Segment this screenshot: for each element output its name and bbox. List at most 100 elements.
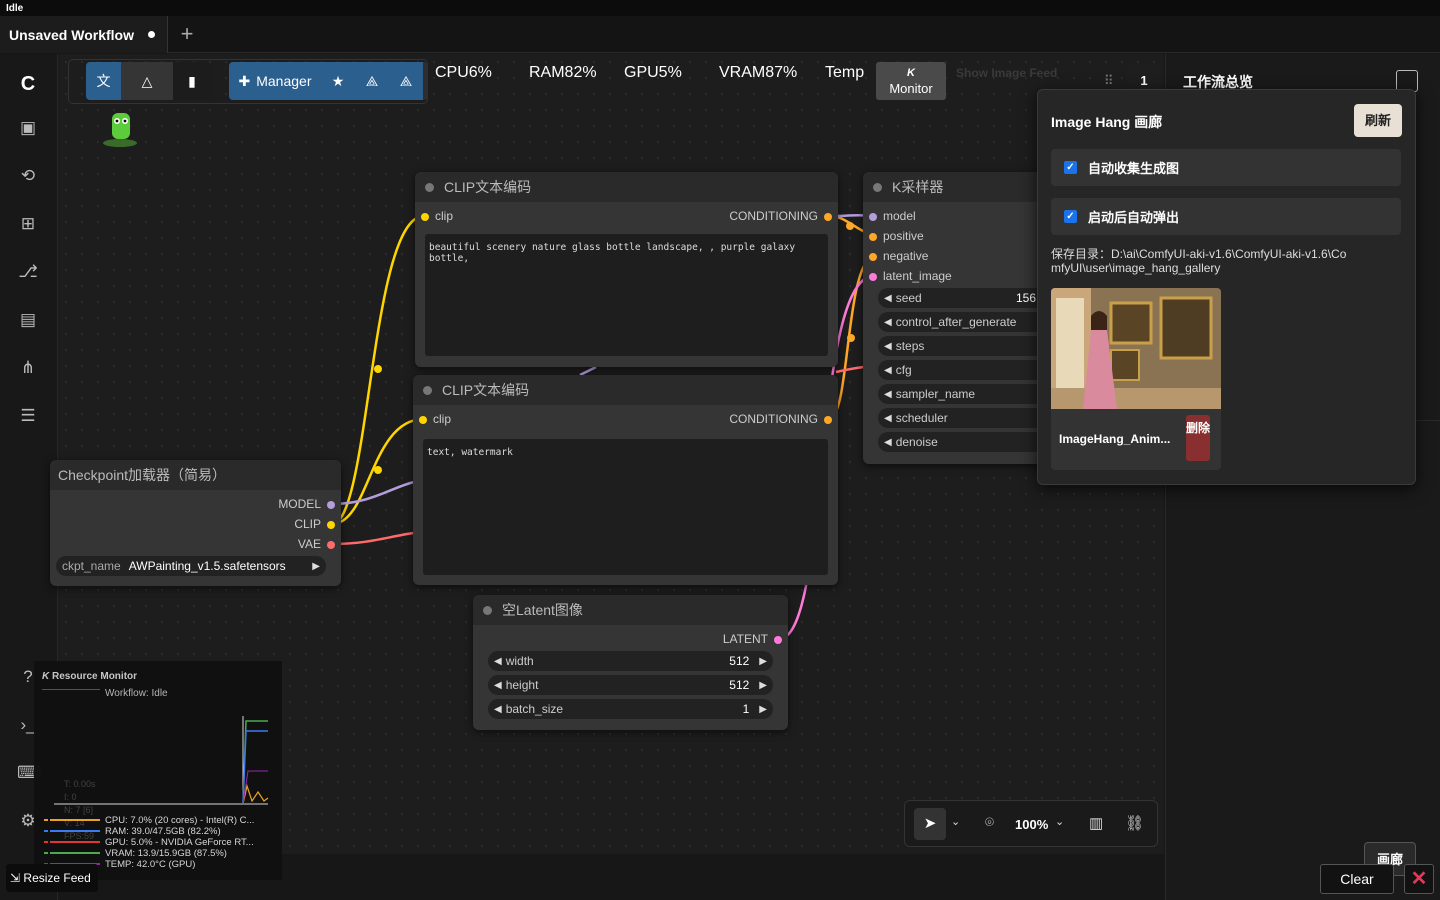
node-header[interactable]: Checkpoint加载器（简易） [50, 460, 341, 490]
puzzle-icon: ✚ [238, 72, 251, 89]
checkbox-checked-icon[interactable]: ✓ [1064, 210, 1077, 223]
auto-popup-row[interactable]: ✓ 启动后自动弹出 [1051, 198, 1401, 235]
model-output-slot[interactable]: MODEL [278, 494, 335, 514]
top-toolbar: 文 △ ▮ ✚ Manager ★ ⟁ ⟁ CPU6% RAM82% GPU5%… [68, 59, 1164, 104]
node-title: Checkpoint加载器（简易） [58, 467, 227, 483]
node-header[interactable]: CLIP文本编码 [413, 375, 838, 405]
toolbar-group-left: 文 △ ▮ [86, 62, 211, 100]
temp-stat: Temp [825, 64, 865, 81]
clip-input-slot[interactable]: clip [421, 206, 453, 226]
node-title: CLIP文本编码 [444, 179, 532, 195]
ckpt-name-widget[interactable]: ckpt_name AWPainting_v1.5.safetensors ▶ [56, 556, 326, 576]
auto-collect-label: 自动收集生成图 [1088, 161, 1180, 176]
resize-feed-button[interactable]: ⇲ Resize Feed [6, 864, 98, 892]
model-link [331, 480, 415, 506]
seed-widget[interactable]: ◀ seed 156 [878, 288, 1043, 308]
gpu-bar [50, 841, 100, 843]
conditioning-output-slot[interactable]: CONDITIONING [729, 206, 832, 226]
cfg-widget[interactable]: ◀ cfg [878, 360, 1043, 380]
collapse-dot-icon[interactable] [483, 605, 492, 615]
drag-handle-icon[interactable]: ⠿ [1104, 73, 1114, 89]
clear-button[interactable]: Clear [1320, 864, 1394, 894]
empty-latent-node[interactable]: 空Latent图像 LATENT ◀ width 512 ▶ ◀ height 512 ▶ … [473, 595, 788, 730]
resize-icon: ⇲ [10, 871, 21, 885]
gallery-thumbnail[interactable] [1051, 288, 1221, 409]
collapse-dot-icon[interactable] [425, 182, 434, 192]
latent-output-slot[interactable]: LATENT [723, 629, 782, 649]
monitor-button[interactable]: K Monitor [876, 62, 946, 100]
ram-bar [50, 830, 100, 832]
image-hang-gallery-panel: Image Hang 画廊 刷新 ✓ 自动收集生成图 ✓ 启动后自动弹出 保存目… [1037, 89, 1416, 485]
latent-input-slot[interactable]: latent_image [869, 266, 952, 286]
clip-text-encode-node-positive[interactable]: CLIP文本编码 clip CONDITIONING beautiful sce… [415, 172, 838, 367]
star-icon[interactable]: ★ [321, 62, 355, 100]
refresh-button[interactable]: 刷新 [1354, 104, 1402, 137]
positive-input-slot[interactable]: positive [869, 226, 924, 246]
negative-prompt-textarea[interactable]: text, watermark [423, 439, 828, 575]
close-icon[interactable]: ✕ [1404, 864, 1434, 894]
hide-links-icon[interactable]: ⛓ [1125, 814, 1144, 832]
delete-button[interactable]: 删除 [1186, 415, 1210, 461]
minimap-icon[interactable]: ▥ [1089, 814, 1103, 832]
node-map-icon[interactable]: ⋔ [17, 357, 39, 379]
resource-monitor-panel: K Resource Monitor Workflow: Idle T: 0.0… [34, 661, 282, 880]
gallery-item-name: ImageHang_Anim... [1059, 432, 1171, 446]
comfy-logo-icon[interactable]: C [17, 73, 39, 95]
collapse-dot-icon[interactable] [873, 182, 882, 192]
sampler-name-widget[interactable]: ◀ sampler_name [878, 384, 1043, 404]
clip-input-slot[interactable]: clip [419, 409, 451, 429]
node-header[interactable]: CLIP文本编码 [415, 172, 838, 202]
clip-output-slot[interactable]: CLIP [294, 514, 335, 534]
node-header[interactable]: 空Latent图像 [473, 595, 788, 625]
model-input-slot[interactable]: model [869, 206, 916, 226]
vae-output-slot[interactable]: VAE [298, 534, 335, 554]
vae-link-2 [835, 365, 865, 374]
cpu-line: CPU: 7.0% (20 cores) - Intel(R) C... [105, 815, 255, 826]
canvas-controls: ➤ ⌄ ⌾ 100% ⌄ ▥ ⛓ [904, 800, 1158, 847]
collapse-dot-icon[interactable] [423, 385, 432, 395]
images-icon[interactable]: ▣ [17, 117, 39, 139]
manager-button[interactable]: ✚ Manager [229, 62, 321, 100]
negative-input-slot[interactable]: negative [869, 246, 928, 266]
resource-monitor-title: K Resource Monitor [42, 671, 138, 682]
show-image-feed-button[interactable]: Show Image Feed [956, 66, 1057, 80]
share-icon[interactable]: ⟁ [355, 62, 389, 100]
height-widget[interactable]: ◀ height 512 ▶ [488, 675, 773, 695]
bookmark-icon[interactable]: ▮ [173, 62, 211, 100]
control-after-generate-widget[interactable]: ◀ control_after_generate [878, 312, 1043, 332]
workflows-icon[interactable]: ⎇ [17, 261, 39, 283]
model-library-icon[interactable]: ⟲ [17, 165, 39, 187]
time-label: T: 0.00s [64, 779, 96, 789]
node-title: CLIP文本编码 [442, 382, 530, 398]
batch-size-widget[interactable]: ◀ batch_size 1 ▶ [488, 699, 773, 719]
prompt-textarea[interactable]: beautiful scenery nature glass bottle la… [425, 234, 828, 356]
gallery-item[interactable]: ImageHang_Anim... 删除 [1051, 288, 1221, 470]
node-library-icon[interactable]: ⊞ [17, 213, 39, 235]
ksampler-node[interactable]: K采样器 model positive negative latent_imag… [863, 172, 1043, 464]
auto-collect-row[interactable]: ✓ 自动收集生成图 [1051, 149, 1401, 186]
templates-icon[interactable]: ▤ [17, 309, 39, 331]
checkpoint-loader-node[interactable]: Checkpoint加载器（简易） MODEL CLIP VAE ckpt_na… [50, 460, 341, 586]
queue-icon[interactable]: ☰ [17, 405, 39, 427]
zoom-level[interactable]: 100% [1015, 817, 1048, 832]
translate-icon[interactable]: 文 [86, 62, 121, 100]
fit-view-icon[interactable]: ⌾ [985, 814, 994, 831]
conditioning-output-slot[interactable]: CONDITIONING [729, 409, 832, 429]
scheduler-widget[interactable]: ◀ scheduler [878, 408, 1043, 428]
steps-widget[interactable]: ◀ steps [878, 336, 1043, 356]
node-header[interactable]: K采样器 [863, 172, 1043, 202]
ram-line: RAM: 39.0/47.5GB (82.2%) [105, 826, 221, 837]
workflow-status: Workflow: Idle [105, 688, 168, 699]
denoise-widget[interactable]: ◀ denoise [878, 432, 1043, 452]
checkbox-checked-icon[interactable]: ✓ [1064, 161, 1077, 174]
chevron-down-icon[interactable]: ⌄ [951, 815, 960, 828]
node-title: 空Latent图像 [502, 602, 583, 618]
width-widget[interactable]: ◀ width 512 ▶ [488, 651, 773, 671]
select-pointer-icon[interactable]: ➤ [914, 808, 946, 840]
share-alt-icon[interactable]: ⟁ [389, 62, 423, 100]
pyramid-icon[interactable]: △ [121, 62, 173, 100]
monitor-logo: K [907, 67, 915, 79]
zoom-chevron-icon[interactable]: ⌄ [1055, 815, 1064, 828]
i-label: I: 0 [64, 792, 77, 802]
clip-text-encode-node-negative[interactable]: CLIP文本编码 clip CONDITIONING text, waterma… [413, 375, 838, 585]
